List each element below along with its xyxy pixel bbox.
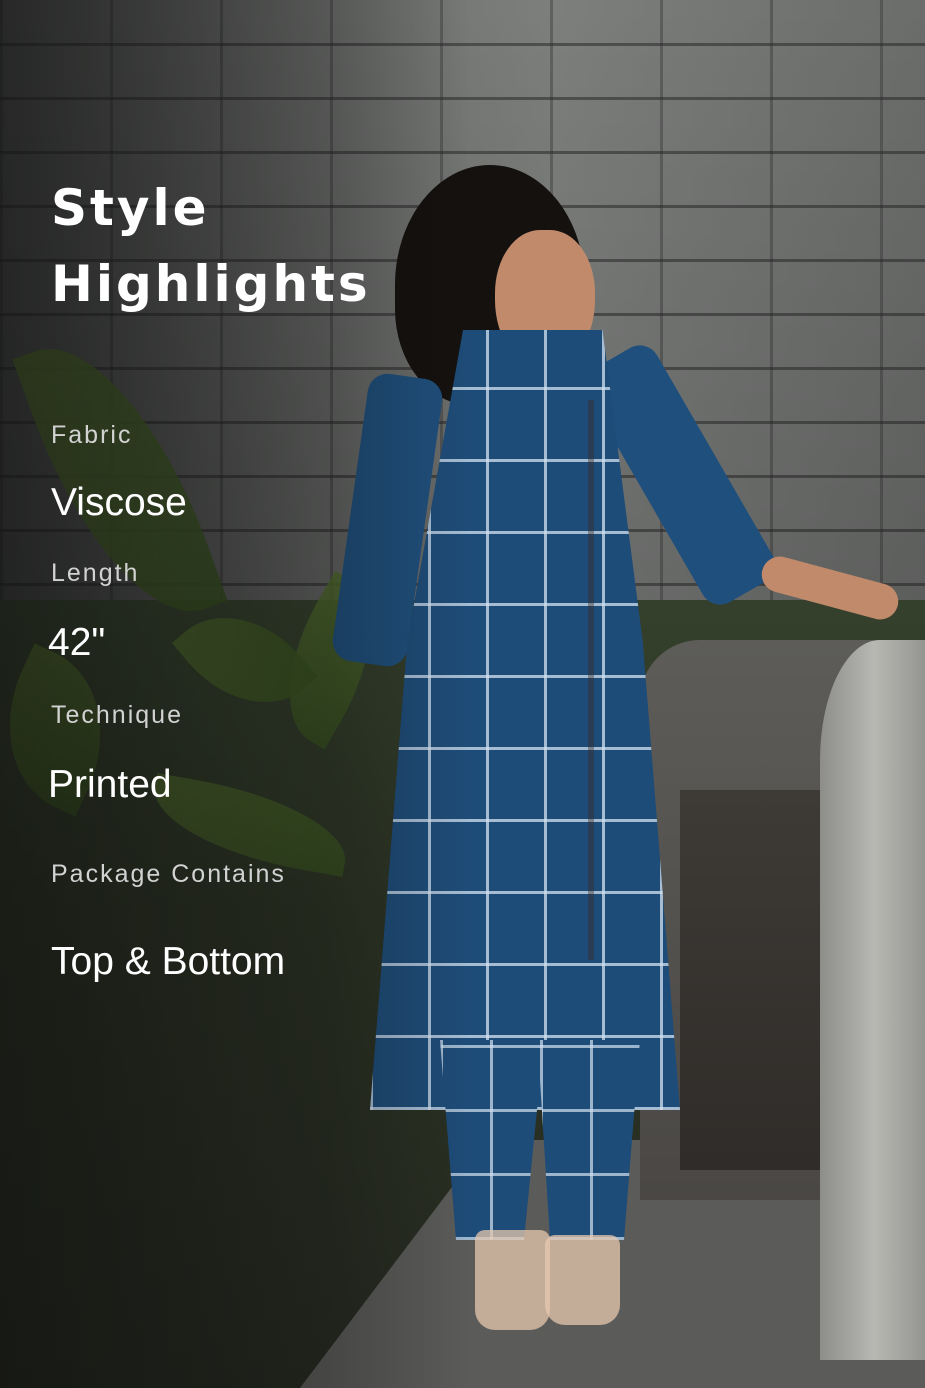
spec-label-fabric: Fabric bbox=[51, 421, 133, 449]
spec-label-package: Package Contains bbox=[51, 860, 286, 888]
spec-value-technique: Printed bbox=[48, 763, 172, 806]
button-placket bbox=[588, 400, 594, 960]
spec-value-length: 42" bbox=[48, 621, 106, 664]
panel-title: Style Highlights bbox=[51, 170, 431, 322]
spec-value-package: Top & Bottom bbox=[51, 940, 286, 983]
stone-statue bbox=[820, 640, 925, 1360]
product-photo: Style Highlights Fabric Viscose Length 4… bbox=[0, 0, 925, 1388]
title-line-1: Style bbox=[51, 179, 210, 237]
sandal-right bbox=[545, 1235, 620, 1325]
spec-label-technique: Technique bbox=[51, 701, 183, 729]
style-highlights-panel: Style Highlights Fabric Viscose Length 4… bbox=[0, 0, 460, 1388]
printed-pants bbox=[440, 1040, 640, 1240]
spec-label-length: Length bbox=[51, 559, 140, 587]
spec-value-fabric: Viscose bbox=[51, 481, 187, 524]
title-line-2: Highlights bbox=[51, 255, 371, 313]
sandal-left bbox=[475, 1230, 550, 1330]
